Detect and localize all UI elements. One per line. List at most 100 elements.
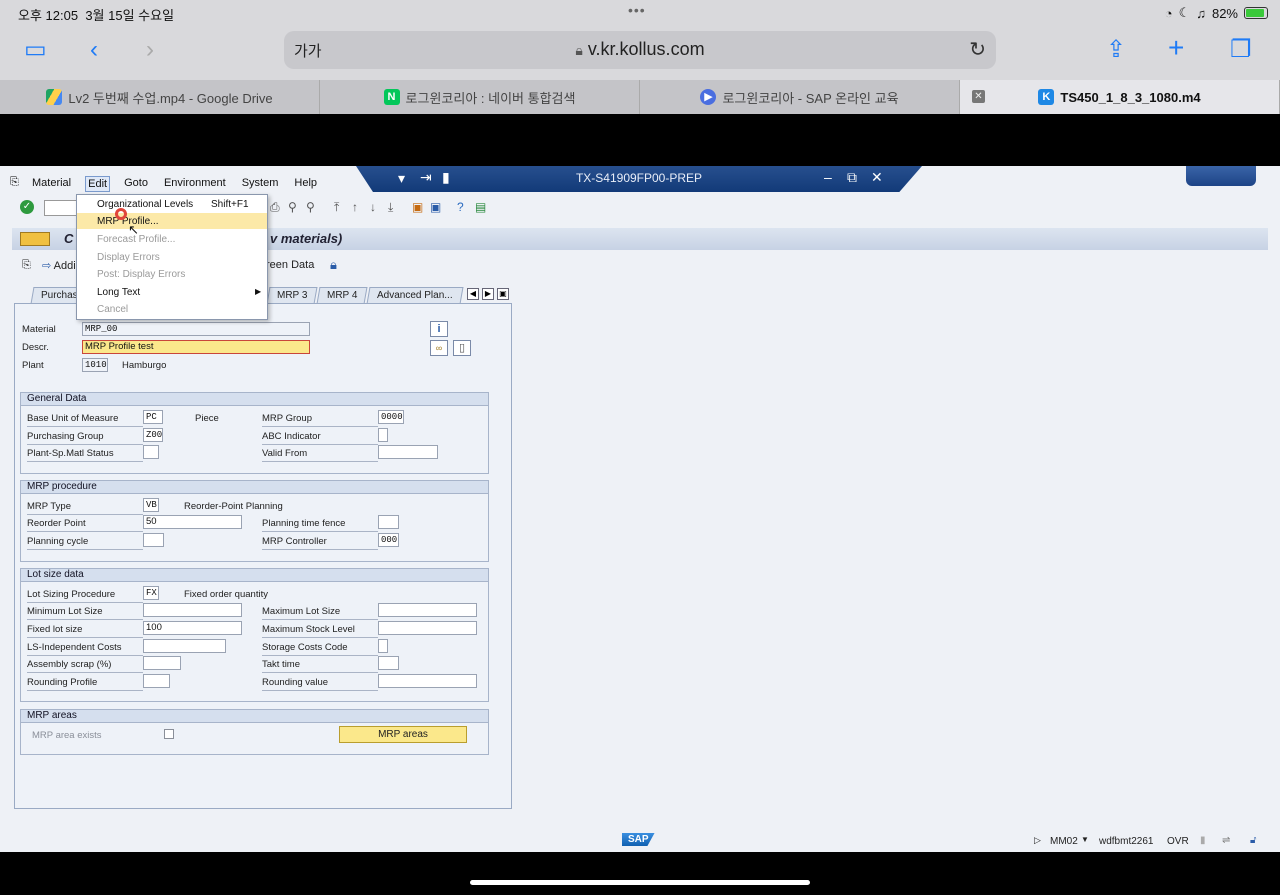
menu-system[interactable]: System: [240, 176, 281, 192]
plant-field[interactable]: 1010: [82, 358, 108, 372]
tab-advanced-planning[interactable]: Advanced Plan...: [366, 287, 464, 304]
first-page-icon[interactable]: ⤒: [334, 200, 339, 215]
browser-tab-video[interactable]: ✕ K TS450_1_8_3_1080.m4: [960, 80, 1280, 114]
takt-time-field[interactable]: [378, 656, 399, 670]
tab-scroll-left-icon[interactable]: ◀: [467, 288, 479, 300]
help-icon[interactable]: ?: [457, 200, 464, 214]
abc-indicator-field[interactable]: [378, 428, 388, 442]
info-icon[interactable]: i: [430, 321, 448, 337]
next-page-icon[interactable]: ↓: [370, 200, 376, 214]
document-icon[interactable]: ▯: [453, 340, 471, 356]
menu-item-long-text[interactable]: Long Text: [97, 287, 140, 298]
glasses-icon[interactable]: ∞: [430, 340, 448, 356]
assembly-scrap-field[interactable]: [143, 656, 181, 670]
ls-independent-costs-field[interactable]: [143, 639, 226, 653]
storage-costs-code-field[interactable]: [378, 639, 388, 653]
valid-from-field[interactable]: [378, 445, 438, 459]
status-expand-icon[interactable]: ▷: [1034, 835, 1041, 846]
menu-system-icon[interactable]: ⎘: [10, 176, 19, 189]
forward-icon[interactable]: ›: [146, 38, 154, 62]
signal-icon[interactable]: ▮: [442, 169, 450, 186]
shortcut-icon[interactable]: ▣: [430, 200, 441, 214]
menu-edit[interactable]: Edit: [85, 176, 111, 192]
reload-icon[interactable]: ↻: [969, 37, 986, 62]
data-screen-icon[interactable]: [20, 232, 50, 246]
find-icon[interactable]: ⚲: [288, 200, 297, 214]
menu-item-org-levels[interactable]: Organizational Levels: [97, 199, 193, 210]
unlock-icon[interactable]: 🔓︎: [1250, 835, 1256, 846]
menu-help[interactable]: Help: [292, 176, 319, 192]
mrp-area-exists-checkbox[interactable]: [164, 729, 174, 739]
lot-sizing-procedure-label: Lot Sizing Procedure: [27, 589, 116, 600]
sidebar-icon[interactable]: ▭: [24, 38, 47, 62]
additional-data-button[interactable]: ⇨ Addi: [42, 259, 76, 272]
new-tab-icon[interactable]: +: [1168, 34, 1184, 62]
restore-icon[interactable]: ⧉: [847, 169, 857, 186]
tcode-dropdown-icon[interactable]: ▼: [1081, 835, 1089, 844]
mrp-group-field[interactable]: 0000: [378, 410, 404, 424]
minimize-icon[interactable]: –: [824, 169, 832, 185]
print-icon[interactable]: ⎙: [270, 200, 280, 215]
address-bar[interactable]: 가가 🔒︎ v.kr.kollus.com ↻: [284, 31, 996, 69]
multitask-dots-icon[interactable]: •••: [628, 2, 646, 18]
back-icon[interactable]: ‹: [90, 38, 98, 62]
min-lot-size-field[interactable]: [143, 603, 242, 617]
command-field[interactable]: [44, 200, 78, 216]
planning-cycle-field[interactable]: [143, 533, 164, 547]
browser-tab-sap-course[interactable]: ▶ 로그윈코리아 - SAP 온라인 교육: [640, 80, 960, 114]
label-underline: [262, 619, 378, 620]
tab-mrp4[interactable]: MRP 4: [316, 287, 368, 304]
reorder-point-field[interactable]: 50: [143, 515, 242, 529]
menu-goto[interactable]: Goto: [122, 176, 150, 192]
menu-item-post-display-errors[interactable]: Post: Display Errors: [97, 269, 185, 280]
menu-environment[interactable]: Environment: [162, 176, 228, 192]
plant-status-field[interactable]: [143, 445, 159, 459]
description-field[interactable]: MRP Profile test: [82, 340, 310, 354]
label-underline: [27, 531, 143, 532]
base-unit-field[interactable]: PC: [143, 410, 163, 424]
check-screen-data-button[interactable]: reen Data: [266, 259, 314, 271]
customize-dropdown-icon[interactable]: ▾: [398, 170, 405, 187]
share-icon[interactable]: ⇪: [1106, 38, 1126, 62]
find-next-icon[interactable]: ⚲: [306, 200, 315, 214]
mrp-controller-field[interactable]: 000: [378, 533, 399, 547]
pin-icon[interactable]: ⇥: [420, 169, 432, 186]
fixed-lot-size-field[interactable]: 100: [143, 621, 242, 635]
home-indicator[interactable]: [470, 880, 810, 885]
mrp-group-label: MRP Group: [262, 413, 312, 424]
max-lot-size-field[interactable]: [378, 603, 477, 617]
close-tab-icon[interactable]: ✕: [972, 90, 985, 103]
menu-item-display-errors[interactable]: Display Errors: [97, 252, 160, 263]
enter-check-icon[interactable]: ✓: [20, 200, 34, 214]
browser-tab-naver[interactable]: N 로그윈코리아 : 네이버 통합검색: [320, 80, 640, 114]
tab-label: TS450_1_8_3_1080.m4: [1060, 89, 1201, 105]
rounding-profile-field[interactable]: [143, 674, 170, 688]
planning-time-fence-field[interactable]: [378, 515, 399, 529]
max-lot-size-label: Maximum Lot Size: [262, 606, 341, 617]
material-field[interactable]: MRP_00: [82, 322, 310, 336]
tab-scroll-right-icon[interactable]: ▶: [482, 288, 494, 300]
mrp-type-field[interactable]: VB: [143, 498, 159, 512]
menu-item-cancel[interactable]: Cancel: [97, 304, 128, 315]
max-stock-level-field[interactable]: [378, 621, 477, 635]
previous-page-icon[interactable]: ↑: [352, 200, 358, 214]
menu-material[interactable]: Material: [30, 176, 73, 192]
close-icon[interactable]: ✕: [871, 169, 883, 186]
status-time: 오후 12:05 3월 15일 수요일: [18, 8, 175, 23]
purchasing-group-field[interactable]: Z00: [143, 428, 163, 442]
lock-icon[interactable]: 🔒︎: [330, 257, 337, 273]
tab-list-icon[interactable]: ▣: [497, 288, 509, 300]
mrp-areas-button[interactable]: MRP areas: [339, 726, 467, 743]
new-session-icon[interactable]: ▣: [412, 200, 423, 214]
base-unit-text: Piece: [195, 413, 219, 424]
transaction-code[interactable]: MM02: [1050, 836, 1078, 847]
lot-sizing-procedure-field[interactable]: FX: [143, 586, 159, 600]
rounding-value-field[interactable]: [378, 674, 477, 688]
org-levels-icon[interactable]: ⎘: [22, 259, 31, 272]
layout-menu-icon[interactable]: ▤: [475, 200, 486, 214]
outer-window-buttons[interactable]: [1186, 166, 1256, 186]
browser-tab-drive[interactable]: Lv2 두번째 수업.mp4 - Google Drive: [0, 80, 320, 114]
last-page-icon[interactable]: ⤓: [388, 200, 393, 215]
tabs-overview-icon[interactable]: ❐: [1230, 38, 1252, 62]
tab-mrp3[interactable]: MRP 3: [266, 287, 318, 304]
